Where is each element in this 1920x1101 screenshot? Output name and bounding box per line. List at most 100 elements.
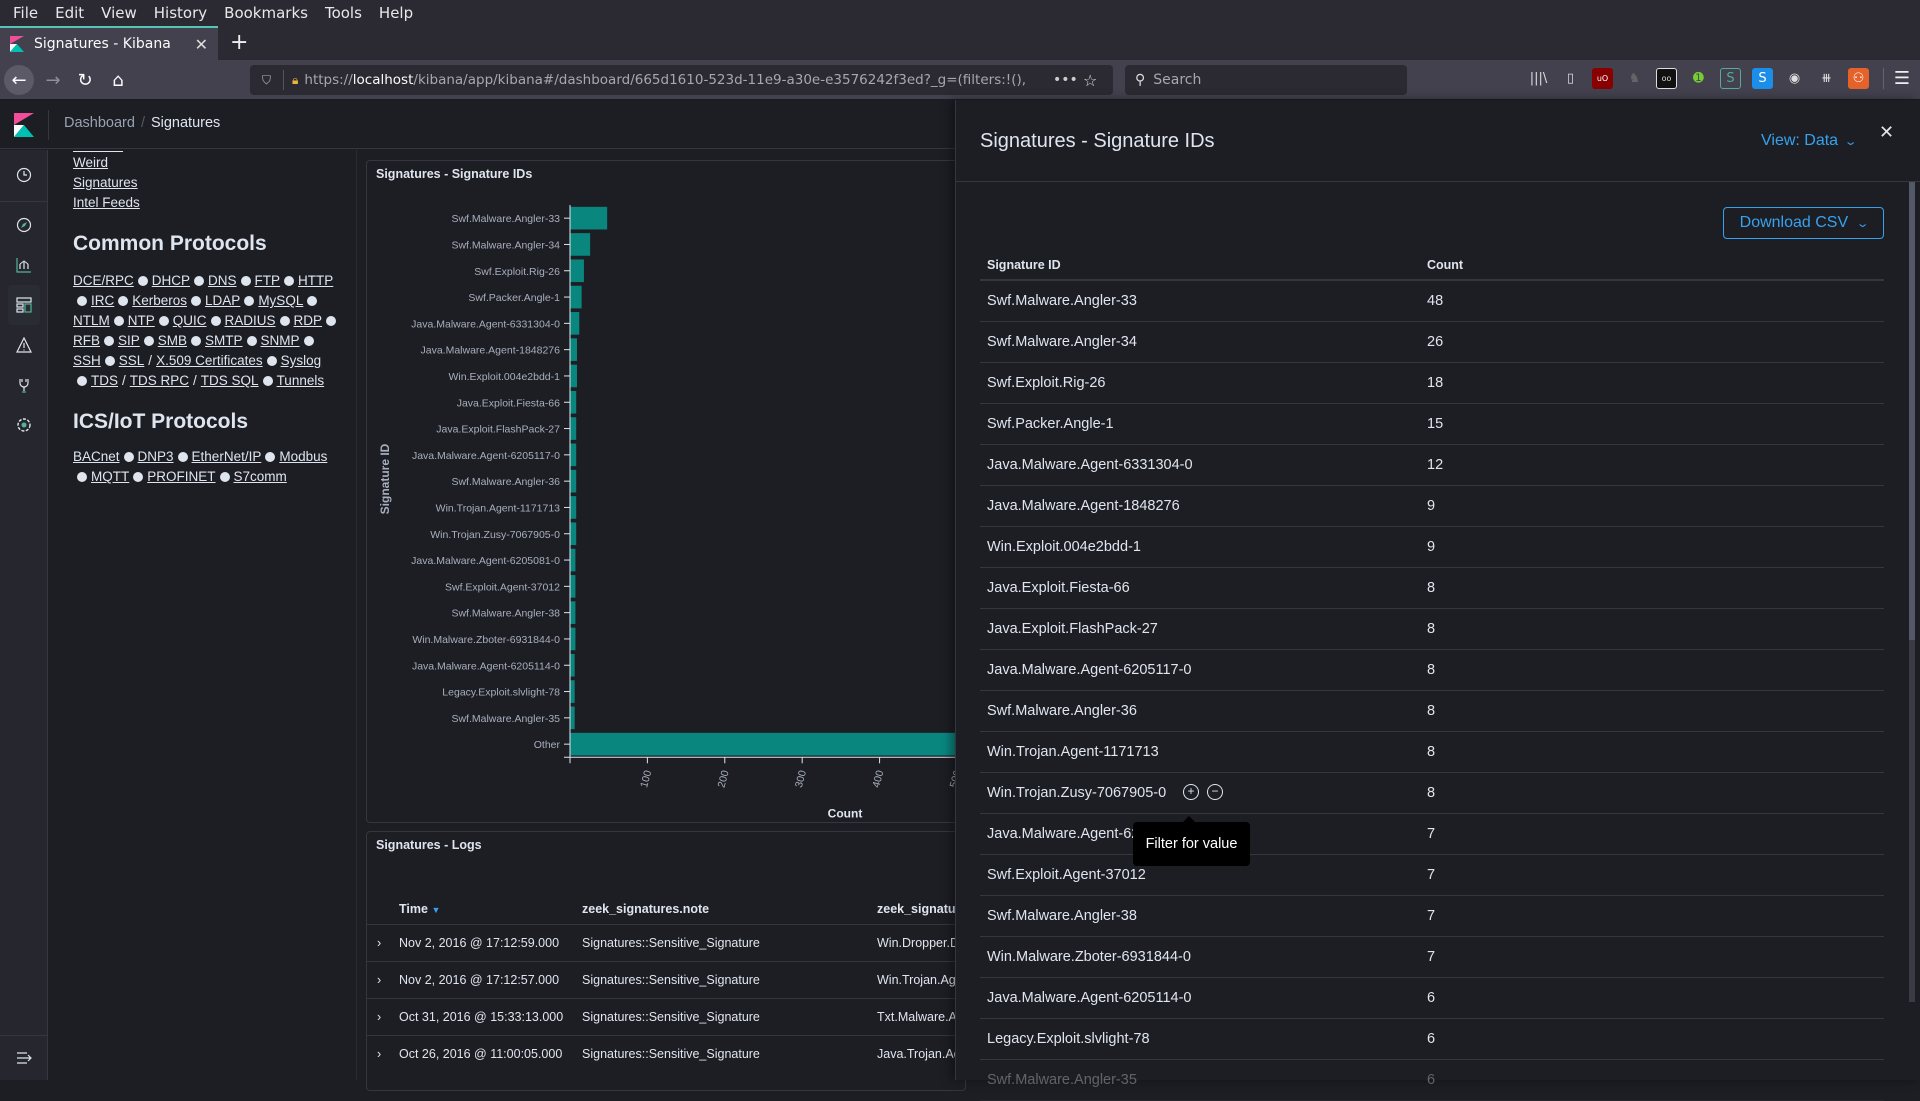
extension-grid-icon[interactable]: ⧻ <box>1816 68 1837 89</box>
column-header-count[interactable]: Count <box>1427 258 1463 272</box>
protocol-link-rdp[interactable]: RDP <box>294 313 323 328</box>
table-row[interactable]: Swf.Malware.Angler-36 8 <box>980 691 1884 732</box>
protocol-link-mysql[interactable]: MySQL <box>258 293 303 308</box>
protocol-link-syslog[interactable]: Syslog <box>281 353 322 368</box>
library-icon[interactable]: |||\ <box>1528 68 1549 89</box>
bar-swf-exploit-agent-37012[interactable] <box>570 575 576 598</box>
dev-tools-wrench-icon[interactable] <box>0 365 48 405</box>
expand-row-chevron-icon[interactable]: › <box>377 1047 381 1061</box>
bar-win-trojan-agent-1171713[interactable] <box>570 496 577 519</box>
bar-legacy-exploit-slvlight-78[interactable] <box>570 680 575 703</box>
table-row[interactable]: Swf.Malware.Angler-38 7 <box>980 896 1884 937</box>
protocol-link-ssh[interactable]: SSH <box>73 353 101 368</box>
bar-java-exploit-flashpack-27[interactable] <box>570 417 577 440</box>
kibana-logo-icon[interactable] <box>14 113 34 137</box>
bar-java-malware-agent-6331304-0[interactable] <box>570 312 580 335</box>
bar-swf-malware-angler-36[interactable] <box>570 469 577 493</box>
link-signatures[interactable]: Signatures <box>73 175 138 190</box>
extension-green-icon[interactable]: ➊ <box>1688 68 1709 89</box>
menu-tools[interactable]: Tools <box>325 4 362 22</box>
breadcrumb-dashboard[interactable]: Dashboard <box>64 115 135 131</box>
protocol-link-ldap[interactable]: LDAP <box>205 293 240 308</box>
visualize-chart-icon[interactable] <box>0 245 48 285</box>
bar-other[interactable] <box>570 732 967 756</box>
discover-compass-icon[interactable] <box>0 205 48 245</box>
home-button[interactable]: ⌂ <box>103 65 133 95</box>
protocol-link-smtp[interactable]: SMTP <box>205 333 243 348</box>
extension-s-blue-icon[interactable]: S <box>1752 68 1773 89</box>
management-gear-icon[interactable] <box>0 405 48 445</box>
menu-history[interactable]: History <box>154 4 207 22</box>
tracking-shield-icon[interactable]: ⛉ <box>250 70 284 90</box>
bar-java-exploit-fiesta-66[interactable] <box>570 390 577 414</box>
table-row[interactable]: Win.Exploit.004e2bdd-1 9 <box>980 527 1884 568</box>
protocol-link-bacnet[interactable]: BACnet <box>73 449 120 464</box>
protocol-link-ntlm[interactable]: NTLM <box>73 313 110 328</box>
bar-swf-malware-angler-35[interactable] <box>570 706 575 730</box>
log-table-row[interactable]: › Oct 31, 2016 @ 15:33:13.000 Signatures::… <box>367 998 967 1035</box>
sort-descending-icon[interactable]: ▼ <box>431 905 440 915</box>
extension-icon[interactable]: ♞ <box>1624 68 1645 89</box>
column-header-time[interactable]: Time ▼ <box>399 902 440 916</box>
column-header-note[interactable]: zeek_signatures.note <box>582 902 709 916</box>
table-row[interactable]: Java.Malware.Agent-6205117-0 8 <box>980 650 1884 691</box>
bar-win-exploit-004e2bdd-1[interactable] <box>570 364 577 388</box>
insecure-lock-icon[interactable]: 🔒︎ <box>292 73 298 88</box>
log-table-row[interactable]: › Nov 2, 2016 @ 17:12:59.000 Signatures::S… <box>367 924 967 961</box>
bar-win-malware-zboter-6931844-0[interactable] <box>570 627 576 651</box>
bar-java-malware-agent-6205117-0[interactable] <box>570 443 577 467</box>
column-header-sig[interactable]: zeek_signatu <box>877 902 956 916</box>
table-row[interactable]: Java.Malware.Agent-1848276 9 <box>980 486 1884 527</box>
table-row[interactable]: Java.Malware.Agent-6205081-0 7 <box>980 814 1884 855</box>
menu-file[interactable]: File <box>13 4 38 22</box>
table-row[interactable]: Java.Malware.Agent-6205114-0 6 <box>980 978 1884 1019</box>
alert-triangle-icon[interactable] <box>0 325 48 365</box>
protocol-link-http[interactable]: HTTP <box>298 273 333 288</box>
protocol-link-snmp[interactable]: SNMP <box>261 333 300 348</box>
protocol-link-dns[interactable]: DNS <box>208 273 237 288</box>
page-actions-button[interactable]: ••• <box>1053 72 1083 88</box>
menu-view[interactable]: View <box>101 4 137 22</box>
protocol-link-smb[interactable]: SMB <box>158 333 187 348</box>
protocol-link-modbus[interactable]: Modbus <box>279 449 327 464</box>
bar-java-malware-agent-1848276[interactable] <box>570 338 577 361</box>
back-button[interactable]: ← <box>4 65 34 95</box>
extension-eyes-icon[interactable]: oo <box>1656 68 1677 89</box>
new-tab-button[interactable]: + <box>230 30 248 55</box>
table-row[interactable]: Win.Malware.Zboter-6931844-0 7 <box>980 937 1884 978</box>
bar-swf-malware-angler-34[interactable] <box>570 233 591 256</box>
bar-java-malware-agent-6205081-0[interactable] <box>570 548 576 572</box>
link-intel-feeds[interactable]: Intel Feeds <box>73 195 140 210</box>
menu-help[interactable]: Help <box>379 4 413 22</box>
protocol-link-x-509-certificates[interactable]: X.509 Certificates <box>156 353 263 368</box>
table-row[interactable]: Swf.Exploit.Rig-26 18 <box>980 363 1884 404</box>
bar-java-malware-agent-6205114-0[interactable] <box>570 653 575 677</box>
protocol-link-profinet[interactable]: PROFINET <box>147 469 215 484</box>
filter-out-value-minus-icon[interactable]: − <box>1207 784 1223 800</box>
expand-row-chevron-icon[interactable]: › <box>377 936 381 950</box>
browser-tab[interactable]: Signatures - Kibana ✕ <box>0 26 218 60</box>
ublock-icon[interactable]: uO <box>1592 68 1613 89</box>
protocol-link-tunnels[interactable]: Tunnels <box>277 373 325 388</box>
extension-orange-icon[interactable]: ⚇ <box>1848 68 1869 89</box>
protocol-link-s7comm[interactable]: S7comm <box>234 469 287 484</box>
column-header-signature-id[interactable]: Signature ID <box>987 258 1061 272</box>
expand-row-chevron-icon[interactable]: › <box>377 973 381 987</box>
bar-swf-malware-angler-33[interactable] <box>570 206 608 230</box>
bar-win-trojan-zusy-7067905-0[interactable] <box>570 522 577 546</box>
extension-s-icon[interactable]: S <box>1720 68 1741 89</box>
protocol-link-kerberos[interactable]: Kerberos <box>132 293 187 308</box>
menu-hamburger-icon[interactable]: ☰ <box>1882 68 1910 89</box>
search-bar[interactable]: ⚲ Search <box>1125 65 1407 95</box>
flyout-scrollbar-thumb[interactable] <box>1909 182 1915 640</box>
protocol-link-irc[interactable]: IRC <box>91 293 114 308</box>
protocol-link-ssl[interactable]: SSL <box>119 353 145 368</box>
protocol-link-rfb[interactable]: RFB <box>73 333 100 348</box>
protocol-link-radius[interactable]: RADIUS <box>225 313 276 328</box>
table-row[interactable]: Swf.Malware.Angler-33 48 <box>980 281 1884 322</box>
table-row[interactable]: Java.Malware.Agent-6331304-0 12 <box>980 445 1884 486</box>
bookmark-star-icon[interactable]: ☆ <box>1083 71 1113 90</box>
protocol-link-dce-rpc[interactable]: DCE/RPC <box>73 273 134 288</box>
table-row[interactable]: Swf.Malware.Angler-35 6 <box>980 1060 1884 1101</box>
protocol-link-ntp[interactable]: NTP <box>128 313 155 328</box>
